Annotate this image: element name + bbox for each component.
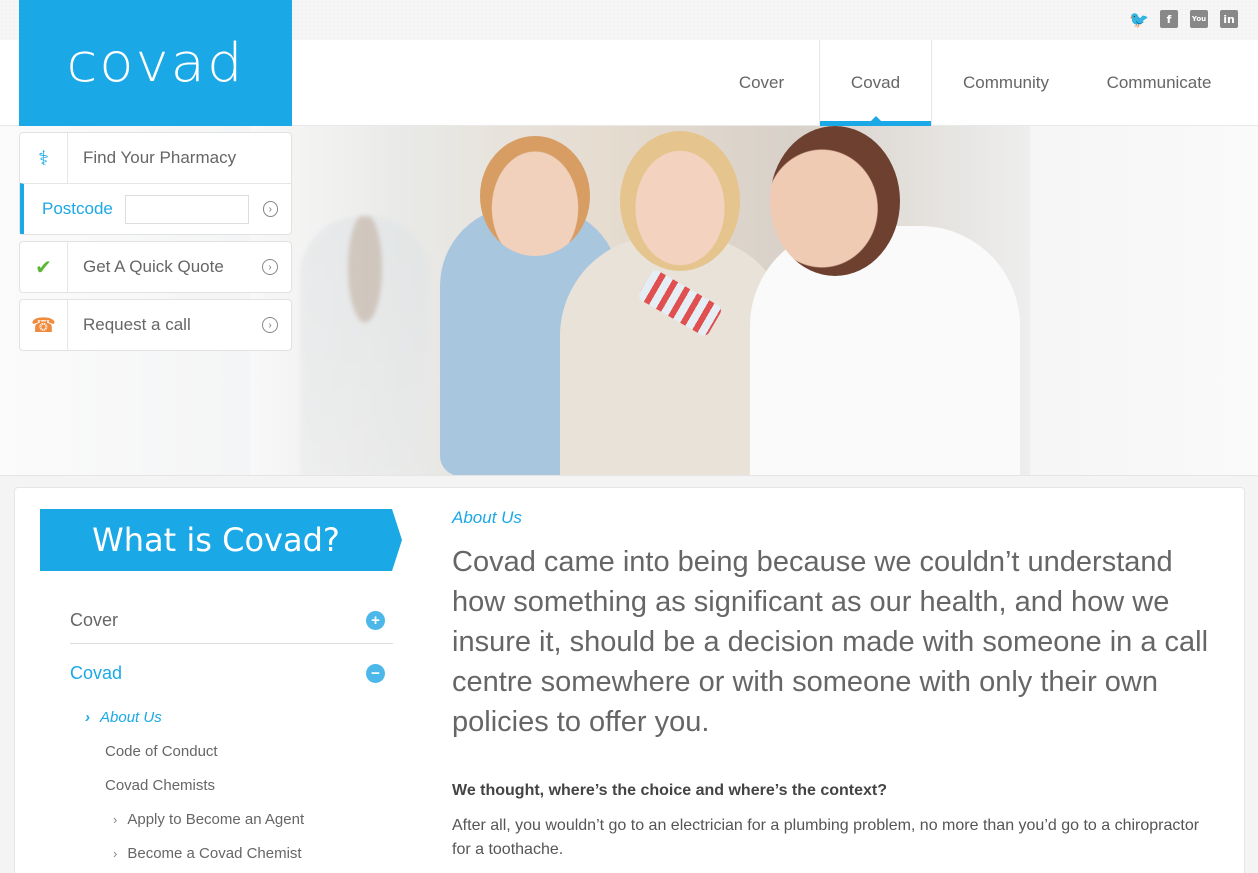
sidebar-subitem-label: About Us	[100, 708, 162, 726]
logo-text: covad	[66, 32, 245, 94]
logo[interactable]: covad	[19, 0, 292, 126]
quick-quote-arrow-icon[interactable]: ›	[262, 259, 278, 275]
facebook-icon[interactable]: f	[1160, 10, 1178, 28]
find-pharmacy-header: ⚕ Find Your Pharmacy	[20, 133, 291, 183]
sidebar-subsubitem-become-chemist[interactable]: › Become a Covad Chemist	[70, 836, 393, 870]
youtube-icon[interactable]: You	[1190, 10, 1208, 28]
postcode-submit-icon[interactable]: ›	[262, 201, 278, 217]
chevron-right-icon: ›	[113, 811, 118, 827]
sidebar-subsubitem-label: Apply to Become an Agent	[127, 810, 305, 828]
chevron-right-icon: ›	[113, 845, 118, 861]
sidebar-item-covad[interactable]: Covad −	[70, 650, 393, 696]
photo-pharmacist-head	[770, 126, 900, 276]
find-pharmacy-label: Find Your Pharmacy	[83, 148, 237, 167]
breadcrumb: About Us	[452, 508, 522, 527]
sidebar-title: What is Covad?	[40, 509, 402, 571]
nav-communicate[interactable]: Communicate	[1080, 40, 1258, 126]
sidebar-subitem-about-us[interactable]: › About Us	[70, 700, 393, 734]
content-panel: What is Covad? Cover + Covad − › About U…	[14, 487, 1245, 873]
pharmacy-icon: ⚕	[20, 133, 68, 183]
photo-child-head	[480, 136, 590, 256]
request-call-arrow-icon[interactable]: ›	[262, 317, 278, 333]
twitter-icon[interactable]: 🐦	[1129, 10, 1149, 29]
sidebar-item-label: Covad	[70, 662, 123, 683]
lead-paragraph: Covad came into being because we couldn’…	[452, 546, 1209, 738]
main-article: About Us Covad came into being because w…	[452, 508, 1222, 862]
photo-mother-head	[620, 131, 740, 271]
linkedin-icon[interactable]: in	[1220, 10, 1238, 28]
quick-quote-label: Get A Quick Quote	[83, 257, 224, 276]
sidebar-subitem-code-of-conduct[interactable]: Code of Conduct	[70, 734, 393, 768]
request-call-widget[interactable]: ☎ Request a call ›	[19, 299, 292, 351]
main-menu: Cover Covad Community Communicate	[704, 40, 1258, 126]
nav-community[interactable]: Community	[932, 40, 1080, 126]
postcode-label: Postcode	[42, 199, 113, 218]
collapse-icon[interactable]: −	[366, 663, 385, 683]
article-paragraph: After all, you wouldn’t go to an electri…	[452, 817, 1200, 858]
nav-covad[interactable]: Covad	[819, 40, 932, 126]
expand-icon[interactable]: +	[366, 611, 385, 630]
sidebar-subsubitem-apply-agent[interactable]: › Apply to Become an Agent	[70, 802, 393, 836]
sidebar-item-cover[interactable]: Cover +	[70, 598, 393, 644]
postcode-row: Postcode ›	[20, 183, 291, 234]
photo-pharmacist	[750, 226, 1020, 475]
postcode-input[interactable]	[124, 194, 249, 224]
sidebar-nav: Cover + Covad − › About Us Code of Condu…	[70, 598, 393, 870]
sidebar-subitem-covad-chemists[interactable]: Covad Chemists	[70, 768, 393, 802]
chevron-right-icon: ›	[85, 708, 90, 726]
sidebar-item-label: Cover	[70, 610, 119, 630]
phone-icon: ☎	[20, 300, 68, 350]
social-links: 🐦 f You in	[1129, 10, 1238, 29]
find-pharmacy-widget: ⚕ Find Your Pharmacy Postcode ›	[19, 132, 292, 235]
photo-background-person	[300, 216, 430, 475]
article-question: We thought, where’s the choice and where…	[452, 782, 888, 799]
checkmark-icon: ✔	[20, 242, 68, 292]
sidebar-subsubitem-label: Become a Covad Chemist	[127, 844, 302, 862]
request-call-label: Request a call	[83, 315, 191, 334]
quick-quote-widget[interactable]: ✔ Get A Quick Quote ›	[19, 241, 292, 293]
nav-cover[interactable]: Cover	[704, 40, 819, 126]
